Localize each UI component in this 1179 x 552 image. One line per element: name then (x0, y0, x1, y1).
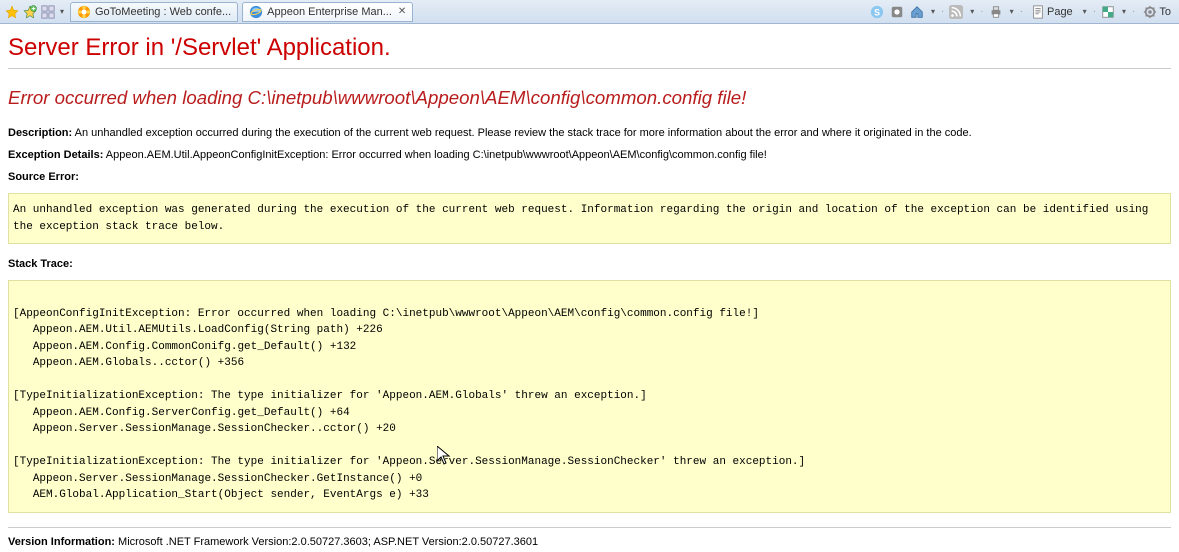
quick-tabs-icon[interactable] (40, 4, 56, 20)
stack-trace-label: Stack Trace: (8, 258, 73, 270)
toolbar-separator: · (1132, 6, 1135, 17)
svg-text:S: S (874, 7, 880, 17)
feeds-icon[interactable] (948, 4, 964, 20)
add-favorite-icon[interactable] (22, 4, 38, 20)
title-rule (8, 68, 1171, 69)
toolbar-separator: · (1093, 6, 1096, 17)
exception-text: Appeon.AEM.Util.AppeonConfigInitExceptio… (103, 149, 766, 161)
ie-favicon-icon (249, 5, 263, 19)
tab-label: Appeon Enterprise Man... (267, 6, 392, 18)
version-text: Microsoft .NET Framework Version:2.0.507… (115, 536, 538, 548)
version-section: Version Information: Microsoft .NET Fram… (8, 536, 1171, 548)
tools-menu-label: To (1159, 6, 1171, 18)
description-label: Description: (8, 127, 72, 139)
toolbar-right: S ▾ · ▾ · ▾ · Page ▾ · ▾ · To (869, 4, 1175, 20)
print-dropdown-icon[interactable]: ▾ (1008, 4, 1016, 20)
tab-label: GoToMeeting : Web confe... (95, 6, 231, 18)
tabs-dropdown-icon[interactable]: ▾ (58, 4, 66, 20)
stack-trace-section: Stack Trace: (8, 258, 1171, 270)
error-heading: Error occurred when loading C:\inetpub\w… (8, 87, 1171, 109)
snagit-icon[interactable] (889, 4, 905, 20)
description-text: An unhandled exception occurred during t… (72, 127, 971, 139)
stack-trace-block: [AppeonConfigInitException: Error occurr… (8, 280, 1171, 513)
version-rule (8, 527, 1171, 528)
toolbar-separator: · (1020, 6, 1023, 17)
page-content: Server Error in '/Servlet' Application. … (0, 24, 1179, 552)
exception-label: Exception Details: (8, 149, 103, 161)
toolbar-separator: · (941, 6, 944, 17)
tab-close-icon[interactable]: ✕ (398, 6, 406, 17)
tab-gotomeeting[interactable]: GoToMeeting : Web confe... (70, 2, 238, 22)
version-label: Version Information: (8, 536, 115, 548)
description-section: Description: An unhandled exception occu… (8, 127, 1171, 139)
source-error-label: Source Error: (8, 171, 79, 183)
favorites-star-icon[interactable] (4, 4, 20, 20)
skype-icon[interactable]: S (869, 4, 885, 20)
source-error-block: An unhandled exception was generated dur… (8, 193, 1171, 244)
gotomeeting-favicon-icon (77, 5, 91, 19)
page-title: Server Error in '/Servlet' Application. (8, 34, 1171, 62)
source-error-section: Source Error: (8, 171, 1171, 183)
safety-icon[interactable] (1100, 4, 1116, 20)
exception-section: Exception Details: Appeon.AEM.Util.Appeo… (8, 149, 1171, 161)
home-icon[interactable] (909, 4, 925, 20)
toolbar-left: ▾ GoToMeeting : Web confe... Appeon Ente… (4, 2, 413, 22)
feeds-dropdown-icon[interactable]: ▾ (968, 4, 976, 20)
tab-appeon[interactable]: Appeon Enterprise Man... ✕ (242, 2, 413, 22)
browser-toolbar: ▾ GoToMeeting : Web confe... Appeon Ente… (0, 0, 1179, 24)
print-icon[interactable] (988, 4, 1004, 20)
home-dropdown-icon[interactable]: ▾ (929, 4, 937, 20)
page-menu-button[interactable]: Page (1027, 5, 1077, 19)
page-dropdown-icon[interactable]: ▾ (1081, 4, 1089, 20)
safety-dropdown-icon[interactable]: ▾ (1120, 4, 1128, 20)
page-menu-label: Page (1047, 6, 1073, 18)
tools-menu-button[interactable]: To (1139, 5, 1175, 19)
toolbar-separator: · (980, 6, 983, 17)
